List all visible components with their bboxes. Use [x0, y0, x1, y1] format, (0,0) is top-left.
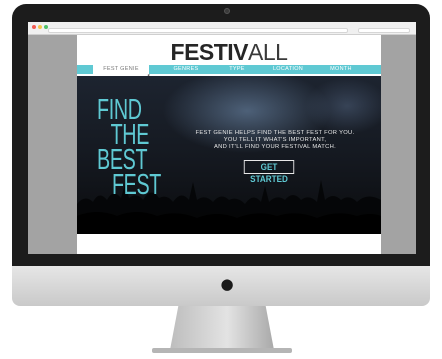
nav-item-genres[interactable]: GENRES — [161, 65, 211, 74]
get-started-button[interactable]: GET STARTED — [243, 160, 295, 184]
tagline-line: FEST GENIE HELPS FIND THE BEST FEST FOR … — [195, 130, 355, 136]
close-window-button[interactable] — [32, 25, 36, 29]
apple-logo-icon: ● — [220, 275, 234, 293]
hero-tagline: FEST GENIE HELPS FIND THE BEST FEST FOR … — [175, 130, 375, 151]
page-footer-area — [77, 234, 381, 254]
hero-headline: FIND THE BEST FEST — [97, 96, 162, 201]
logo-text-main: FESTIV — [170, 39, 249, 65]
nav-item-type[interactable]: TYPE — [217, 65, 257, 74]
minimize-window-button[interactable] — [38, 25, 42, 29]
headline-line: FEST — [111, 169, 162, 201]
address-bar[interactable] — [48, 28, 348, 33]
browser-toolbar — [28, 22, 416, 35]
monitor-stand — [170, 306, 274, 350]
page-background-right — [381, 35, 416, 254]
website: FESTIVALL FEST GENIE GENRES TYPE LOCATIO… — [77, 35, 381, 254]
tagline-line: YOU TELL IT WHAT'S IMPORTANT, — [223, 137, 327, 143]
nav-item-location[interactable]: LOCATION — [261, 65, 315, 74]
page-background-left — [28, 35, 77, 254]
browser-search-field[interactable] — [358, 28, 410, 33]
nav-item-month[interactable]: MONTH — [319, 65, 363, 74]
site-logo[interactable]: FESTIVALL — [77, 39, 381, 65]
logo-text-accent: ALL — [248, 39, 288, 65]
tagline-line: AND IT'LL FIND YOUR FESTIVAL MATCH. — [214, 144, 336, 150]
screen: FESTIVALL FEST GENIE GENRES TYPE LOCATIO… — [28, 22, 416, 254]
main-nav: FEST GENIE GENRES TYPE LOCATION MONTH — [77, 65, 381, 74]
nav-item-fest-genie[interactable]: FEST GENIE — [93, 65, 149, 74]
monitor-base — [152, 348, 292, 353]
hero-banner: FIND THE BEST FEST FEST GENIE HELPS FIND… — [77, 76, 381, 234]
camera-icon — [224, 8, 230, 14]
